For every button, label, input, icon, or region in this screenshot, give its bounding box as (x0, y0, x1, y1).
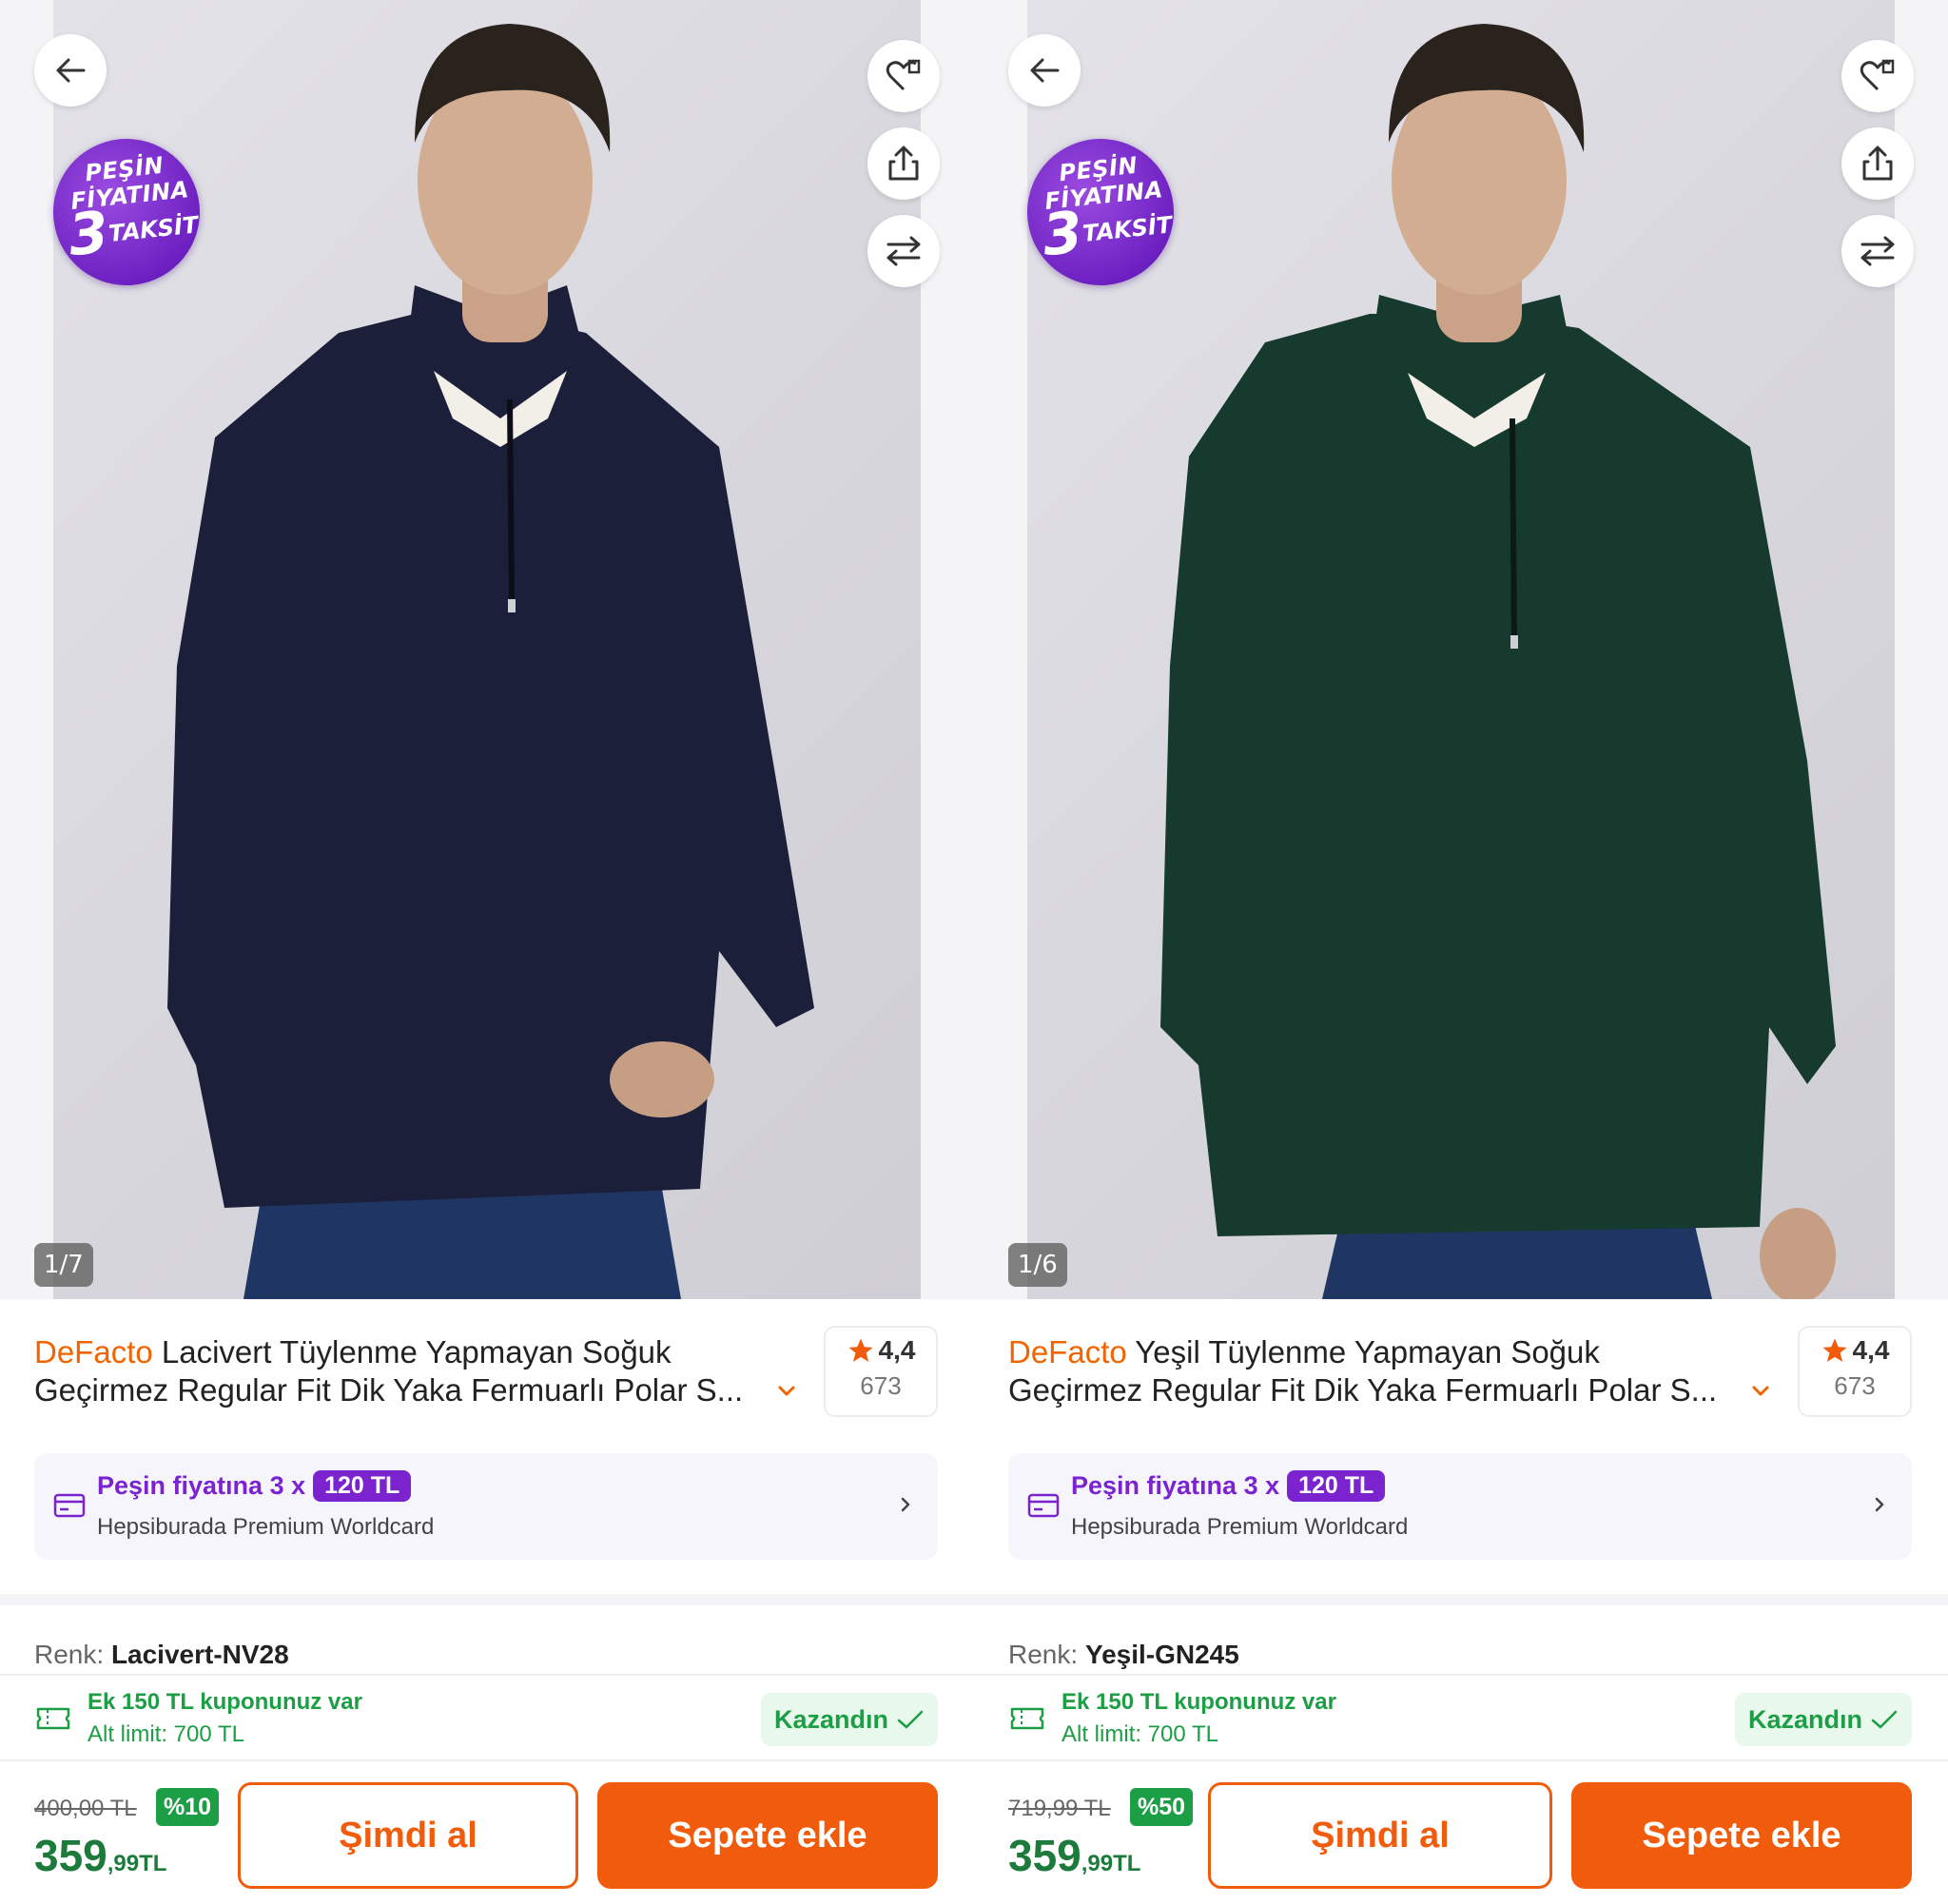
swap-arrows-icon (886, 236, 921, 266)
title-text-line2: Geçirmez Regular Fit Dik Yaka Fermuarlı … (34, 1372, 744, 1408)
credit-card-icon (1027, 1493, 1060, 1518)
installment-card-name: Hepsiburada Premium Worldcard (1071, 1514, 1409, 1540)
rating-count: 673 (860, 1371, 902, 1400)
coupon-ticket-icon (1010, 1707, 1044, 1730)
title-text: Yeşil Tüylenme Yapmayan Soğuk (1135, 1334, 1600, 1370)
heart-add-icon (886, 59, 921, 91)
price-decimal: ,99TL (1081, 1851, 1141, 1876)
rating-count: 673 (1834, 1371, 1876, 1400)
arrow-left-icon (56, 58, 86, 83)
chevron-down-icon[interactable] (772, 1377, 801, 1406)
rating-box[interactable]: 4,4 673 (824, 1326, 938, 1417)
coupon-status: Kazandın (1747, 1704, 1862, 1734)
color-selection: Renk: Yeşil-GN245 (1008, 1640, 1239, 1670)
coupon-bar: Ek 150 TL kuponunuz var Alt limit: 700 T… (974, 1674, 1948, 1761)
old-price: 719,99 TL (1008, 1796, 1111, 1821)
rating-box[interactable]: 4,4 673 (1798, 1326, 1912, 1417)
star-icon (1822, 1338, 1847, 1362)
installment-card[interactable]: Peşin fiyatına 3 x 120 TL Hepsiburada Pr… (1008, 1453, 1912, 1560)
section-divider (974, 1594, 1948, 1605)
coupon-title: Ek 150 TL kuponunuz var (88, 1689, 362, 1715)
color-label: Renk: (34, 1640, 105, 1669)
add-to-cart-button[interactable]: Sepete ekle (1571, 1782, 1912, 1889)
share-button[interactable] (867, 127, 940, 200)
product-title: DeFacto Yeşil Tüylenme Yapmayan Soğuk Ge… (1008, 1333, 1769, 1409)
back-button[interactable] (1008, 34, 1081, 107)
coupon-ticket-icon (36, 1707, 70, 1730)
image-counter: 1/6 (1008, 1243, 1067, 1287)
color-selection: Renk: Lacivert-NV28 (34, 1640, 289, 1670)
installment-card[interactable]: Peşin fiyatına 3 x 120 TL Hepsiburada Pr… (34, 1453, 938, 1560)
image-counter: 1/7 (34, 1243, 93, 1287)
brand-name[interactable]: DeFacto (34, 1334, 153, 1370)
product-panel-left: PEŞİN FİYATINA 3 TAKSİT 1/7 DeFacto Laci… (0, 0, 974, 1904)
product-title: DeFacto Lacivert Tüylenme Yapmayan Soğuk… (34, 1333, 795, 1409)
coupon-title: Ek 150 TL kuponunuz var (1062, 1689, 1336, 1715)
badge-number: 3 (65, 199, 112, 270)
favorite-button[interactable] (867, 40, 940, 112)
rating-value: 4,4 (1852, 1335, 1890, 1365)
rating-value: 4,4 (878, 1335, 916, 1365)
title-text-line2: Geçirmez Regular Fit Dik Yaka Fermuarlı … (1008, 1372, 1718, 1408)
old-price: 400,00 TL (34, 1796, 137, 1821)
credit-card-icon (53, 1493, 86, 1518)
installment-prefix: Peşin fiyatına 3 x (1071, 1471, 1280, 1500)
buy-now-button[interactable]: Şimdi al (238, 1782, 578, 1889)
swap-arrows-icon (1860, 236, 1895, 266)
check-icon (1871, 1710, 1898, 1729)
title-text: Lacivert Tüylenme Yapmayan Soğuk (161, 1334, 672, 1370)
favorite-button[interactable] (1841, 40, 1914, 112)
check-icon (897, 1710, 924, 1729)
installment-amount: 120 TL (1287, 1470, 1386, 1502)
heart-add-icon (1860, 59, 1895, 91)
compare-button[interactable] (867, 215, 940, 287)
chevron-right-icon (901, 1497, 910, 1512)
discount-badge: %10 (156, 1788, 220, 1826)
coupon-bar: Ek 150 TL kuponunuz var Alt limit: 700 T… (0, 1674, 974, 1761)
section-divider (0, 1594, 974, 1605)
coupon-status: Kazandın (773, 1704, 888, 1734)
price-decimal: ,99TL (107, 1851, 167, 1876)
buy-bar: 400,00 TL %10 359,99TL Şimdi al Sepete e… (0, 1761, 974, 1904)
chevron-down-icon[interactable] (1746, 1377, 1775, 1406)
installment-amount: 120 TL (313, 1470, 412, 1502)
current-price: 359,99TL (34, 1830, 166, 1881)
badge-number: 3 (1039, 199, 1086, 270)
buy-bar: 719,99 TL %50 359,99TL Şimdi al Sepete e… (974, 1761, 1948, 1904)
coupon-limit: Alt limit: 700 TL (88, 1721, 244, 1747)
price-integer: 359 (34, 1831, 107, 1880)
product-gallery[interactable]: PEŞİN FİYATINA 3 TAKSİT 1/6 (974, 0, 1948, 1299)
back-button[interactable] (34, 34, 107, 107)
share-icon (888, 146, 919, 181)
installment-prefix: Peşin fiyatına 3 x (97, 1471, 306, 1500)
compare-button[interactable] (1841, 215, 1914, 287)
buy-now-button[interactable]: Şimdi al (1208, 1782, 1552, 1889)
coupon-won-button[interactable]: Kazandın (761, 1693, 938, 1746)
badge-line3: TAKSİT (107, 211, 200, 248)
coupon-limit: Alt limit: 700 TL (1062, 1721, 1218, 1747)
installment-card-name: Hepsiburada Premium Worldcard (97, 1514, 435, 1540)
brand-name[interactable]: DeFacto (1008, 1334, 1127, 1370)
share-icon (1862, 146, 1893, 181)
color-value: Lacivert-NV28 (110, 1640, 289, 1669)
price-integer: 359 (1008, 1831, 1081, 1880)
badge-line3: TAKSİT (1081, 211, 1174, 248)
color-value: Yeşil-GN245 (1084, 1640, 1239, 1669)
product-gallery[interactable]: PEŞİN FİYATINA 3 TAKSİT 1/7 (0, 0, 974, 1299)
share-button[interactable] (1841, 127, 1914, 200)
color-label: Renk: (1008, 1640, 1079, 1669)
product-panel-right: PEŞİN FİYATINA 3 TAKSİT 1/6 DeFacto Yeşi… (974, 0, 1948, 1904)
coupon-won-button[interactable]: Kazandın (1735, 1693, 1912, 1746)
star-icon (848, 1338, 873, 1362)
discount-badge: %50 (1130, 1788, 1194, 1826)
add-to-cart-button[interactable]: Sepete ekle (597, 1782, 938, 1889)
current-price: 359,99TL (1008, 1830, 1140, 1881)
chevron-right-icon (1875, 1497, 1884, 1512)
arrow-left-icon (1030, 58, 1060, 83)
